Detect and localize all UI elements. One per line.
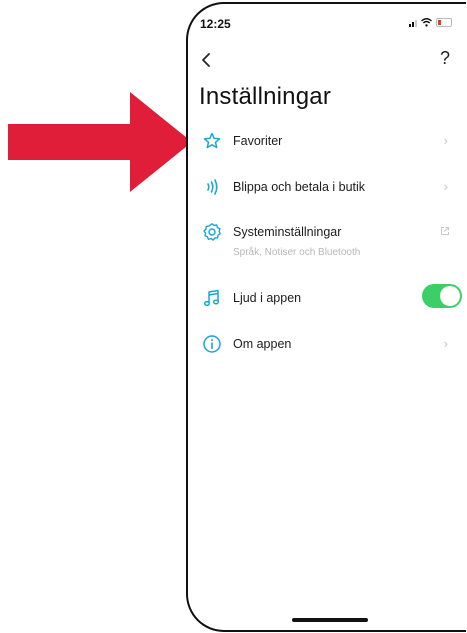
settings-item-sublabel: Språk, Notiser och Bluetooth (233, 247, 361, 258)
wifi-icon (421, 18, 432, 27)
signal-icon (409, 19, 417, 27)
status-time: 12:25 (200, 17, 231, 31)
settings-item-label: Ljud i appen (233, 291, 302, 305)
back-button[interactable] (198, 48, 218, 72)
info-icon (203, 335, 221, 353)
settings-item-system[interactable]: Systeminställningar Språk, Notiser och B… (188, 222, 466, 266)
red-annotation-arrow (8, 92, 192, 192)
settings-item-label: Blippa och betala i butik (233, 180, 366, 194)
settings-item-sound: Ljud i appen (188, 284, 466, 328)
settings-item-about[interactable]: Om appen › (188, 334, 466, 374)
chevron-right-icon: › (443, 336, 448, 351)
sound-toggle[interactable] (422, 284, 462, 308)
toggle-knob (440, 286, 460, 306)
contactless-icon (207, 179, 218, 195)
chevron-right-icon: › (443, 133, 448, 148)
status-bar: 12:25 (188, 4, 466, 34)
settings-item-favoriter[interactable]: Favoriter › (188, 131, 466, 171)
music-note-icon (203, 289, 220, 307)
settings-item-label: Favoriter (233, 134, 283, 148)
page-title: Inställningar (199, 83, 332, 110)
help-button[interactable]: ? (440, 48, 450, 69)
settings-item-label: Systeminställningar (233, 225, 342, 239)
battery-icon (436, 18, 452, 27)
phone-screen: 12:25 ? Inställningar Favoriter › Blippa… (186, 2, 466, 632)
settings-item-label: Om appen (233, 337, 292, 351)
gear-icon (203, 223, 221, 241)
chevron-right-icon: › (443, 179, 448, 194)
star-icon (203, 132, 221, 149)
status-icons (409, 18, 452, 27)
home-indicator[interactable] (292, 618, 368, 622)
settings-item-blippa[interactable]: Blippa och betala i butik › (188, 177, 466, 217)
external-link-icon (441, 227, 449, 235)
